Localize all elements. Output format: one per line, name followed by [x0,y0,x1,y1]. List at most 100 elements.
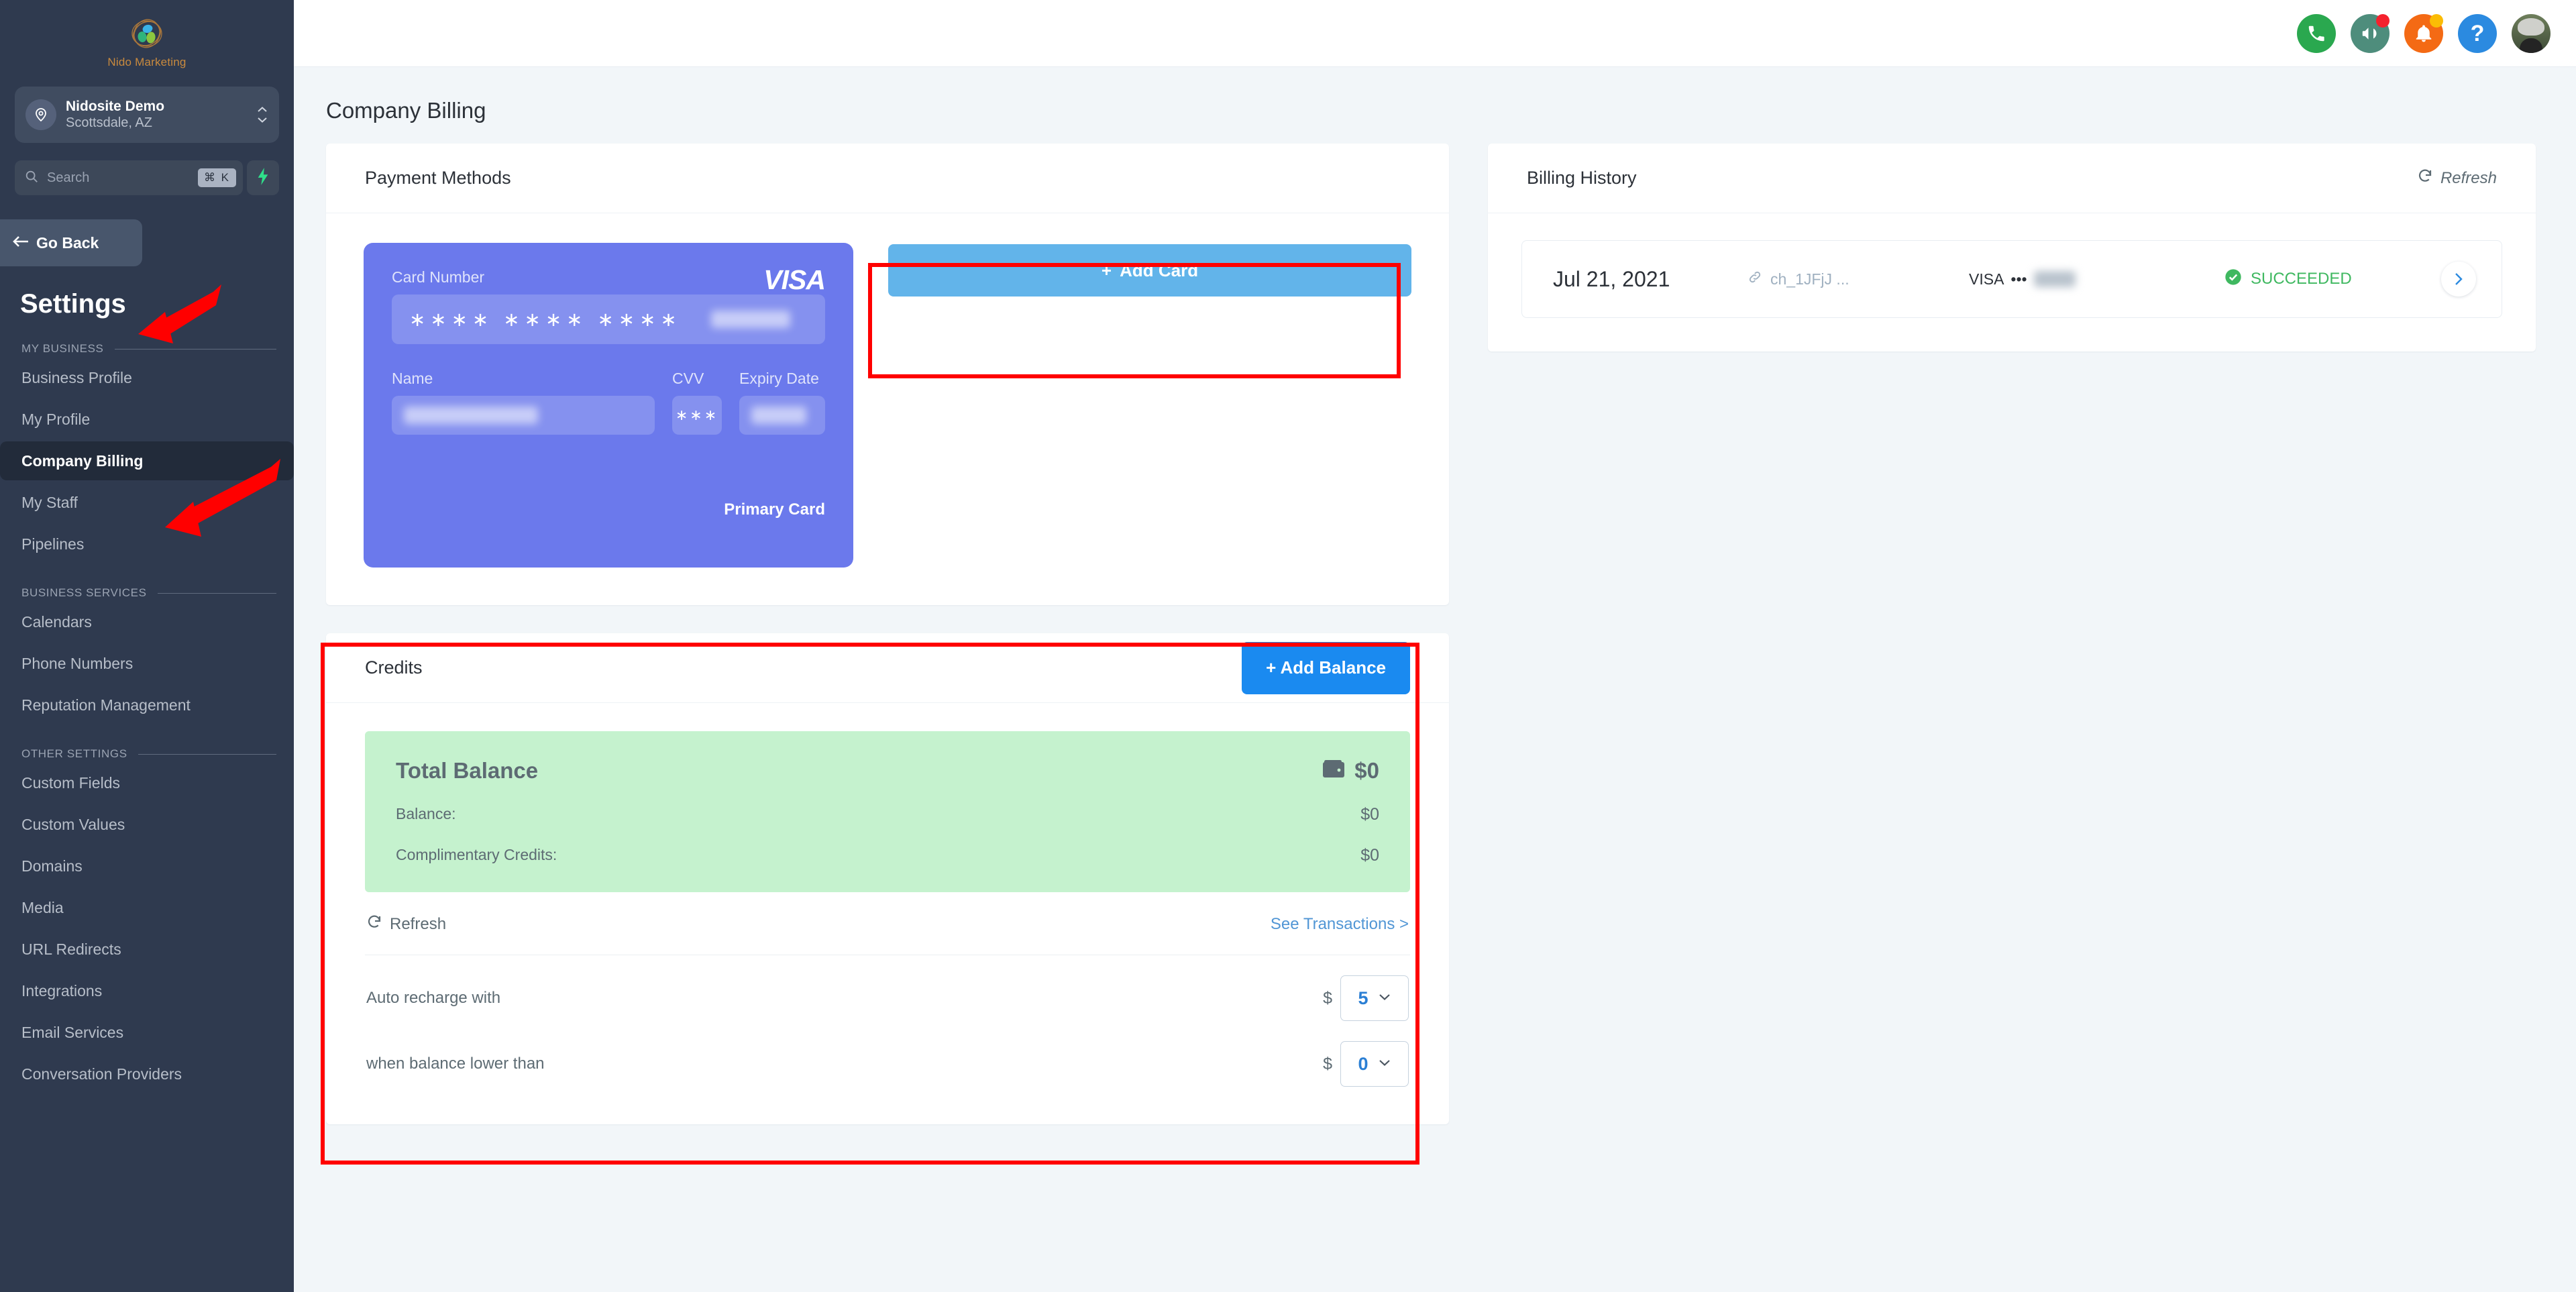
card-number-field: ∗∗∗∗ ∗∗∗∗ ∗∗∗∗ [392,294,825,344]
page-title: Company Billing [326,98,486,123]
card-name-field [392,396,655,435]
primary-card-label: Primary Card [724,500,825,519]
quick-actions-button[interactable] [247,160,279,195]
total-balance-top: Total Balance $0 [396,758,1379,784]
sidebar-item-domains[interactable]: Domains [0,847,294,885]
card-expiry-label: Expiry Date [739,370,819,387]
total-balance-panel: Total Balance $0 Balance: $0 Complimenta… [365,731,1410,892]
total-balance-label: Total Balance [396,758,539,783]
sidebar: Nido Marketing Nidosite Demo Scottsdale,… [0,0,294,1292]
payment-methods-header: Payment Methods [326,144,1449,213]
sidebar-item-custom-values[interactable]: Custom Values [0,805,294,844]
brand-name: Nido Marketing [107,56,186,68]
payment-methods-body: VISA Card Number ∗∗∗∗ ∗∗∗∗ ∗∗∗∗ Name CVV… [326,213,1449,605]
sidebar-item-business-profile[interactable]: Business Profile [0,358,294,397]
billing-row-expand-button[interactable] [2441,262,2476,297]
location-name: Nidosite Demo [66,98,165,114]
plus-icon: + [1101,260,1112,280]
bell-badge [2430,13,2443,28]
card-details-row: Name CVV ∗∗∗ Expiry Date [392,370,825,435]
chevron-down-icon [1378,992,1391,1004]
add-card-zone: + Add Card [888,243,1411,568]
sidebar-item-my-staff[interactable]: My Staff [0,483,294,522]
auto-recharge-amount-value: 5 [1358,987,1368,1008]
sidebar-item-phone-numbers[interactable]: Phone Numbers [0,644,294,683]
card-cvv-field: ∗∗∗ [672,396,722,435]
total-balance-amount: $0 [1354,758,1379,783]
sidebar-item-conversation-providers[interactable]: Conversation Providers [0,1055,294,1093]
group-label: BUSINESS SERVICES [21,586,147,599]
nest-eggs-logo-icon [125,12,168,55]
phone-icon[interactable] [2297,13,2336,53]
billing-row-card-brand: VISA [1969,270,2004,288]
auto-recharge-amount-select[interactable]: 5 [1340,975,1409,1021]
location-pin-icon [25,99,56,130]
billing-history-refresh-label: Refresh [2440,168,2497,187]
check-circle-icon [2224,268,2243,291]
search-input[interactable]: Search ⌘ K [15,160,243,195]
add-balance-button[interactable]: + Add Balance [1242,641,1410,694]
sidebar-item-calendars[interactable]: Calendars [0,602,294,641]
link-icon [1748,270,1762,288]
status-label: SUCCEEDED [2251,270,2352,288]
auto-recharge-amount-row: Auto recharge with $ 5 [365,955,1410,1021]
credits-actions: Refresh See Transactions > [365,892,1410,955]
payment-methods-title: Payment Methods [365,168,511,188]
sidebar-item-my-profile[interactable]: My Profile [0,400,294,439]
status-badge: SUCCEEDED [2224,268,2441,291]
add-card-button[interactable]: + Add Card [888,244,1411,297]
main-content: ? Company Billing Payment Methods VISA C… [294,0,2576,1292]
sidebar-item-company-billing[interactable]: Company Billing [0,441,294,480]
location-sub: Scottsdale, AZ [66,115,152,131]
search-icon [24,169,39,187]
credits-refresh-button[interactable]: Refresh [366,914,446,934]
card-name-label: Name [392,370,433,387]
sidebar-item-integrations[interactable]: Integrations [0,971,294,1010]
credit-card-visual[interactable]: VISA Card Number ∗∗∗∗ ∗∗∗∗ ∗∗∗∗ Name CVV… [364,243,853,568]
table-row[interactable]: Jul 21, 2021 ch_1JFjJ ... VISA ••• SUCCE… [1521,240,2502,318]
refresh-icon [2417,168,2433,189]
sidebar-item-email-services[interactable]: Email Services [0,1013,294,1052]
go-back-label: Go Back [36,233,99,252]
help-question-icon[interactable]: ? [2458,13,2497,53]
search-shortcut: ⌘ K [197,168,236,187]
go-back-button[interactable]: Go Back [0,219,142,266]
search-row: Search ⌘ K [15,160,279,195]
megaphone-badge [2376,13,2390,28]
credits-title: Credits [365,657,423,678]
billing-row-charge[interactable]: ch_1JFjJ ... [1748,270,1969,288]
auto-recharge-threshold-select[interactable]: 0 [1340,1041,1409,1087]
sidebar-group-my-business: MY BUSINESS [21,342,276,356]
billing-history-refresh-button[interactable]: Refresh [2417,168,2497,189]
refresh-icon [366,914,382,934]
credits-card: Credits + Add Balance Total Balance $0 B… [326,633,1449,1124]
bell-icon[interactable] [2404,13,2443,53]
group-label: MY BUSINESS [21,342,104,355]
brand-logo[interactable]: Nido Marketing [0,0,294,69]
billing-row-card-dots: ••• [2010,270,2027,288]
sidebar-item-pipelines[interactable]: Pipelines [0,525,294,563]
divider [157,592,276,594]
sidebar-item-url-redirects[interactable]: URL Redirects [0,930,294,969]
avatar[interactable] [2512,13,2551,53]
balance-row-label: Balance: [396,805,456,822]
sidebar-item-reputation-management[interactable]: Reputation Management [0,686,294,724]
billing-row-card: VISA ••• [1969,270,2224,288]
card-cvv-label: CVV [672,370,704,387]
credits-body: Total Balance $0 Balance: $0 Complimenta… [326,703,1449,1124]
wallet-icon [1322,758,1345,784]
auto-recharge-threshold-label: when balance lower than [366,1055,545,1073]
billing-history-body: Jul 21, 2021 ch_1JFjJ ... VISA ••• SUCCE… [1488,213,2536,352]
topbar: ? [294,0,2576,67]
bolt-icon [256,167,270,189]
billing-row-card-last4-blurred [2033,271,2076,287]
sidebar-item-custom-fields[interactable]: Custom Fields [0,763,294,802]
search-placeholder: Search [47,170,90,185]
divider [138,753,276,755]
sidebar-item-media[interactable]: Media [0,888,294,927]
location-switcher[interactable]: Nidosite Demo Scottsdale, AZ [15,87,279,143]
sidebar-section-title: Settings [20,289,126,319]
see-transactions-link[interactable]: See Transactions > [1271,915,1409,934]
card-number-masked: ∗∗∗∗ ∗∗∗∗ ∗∗∗∗ [409,309,682,331]
megaphone-icon[interactable] [2351,13,2390,53]
